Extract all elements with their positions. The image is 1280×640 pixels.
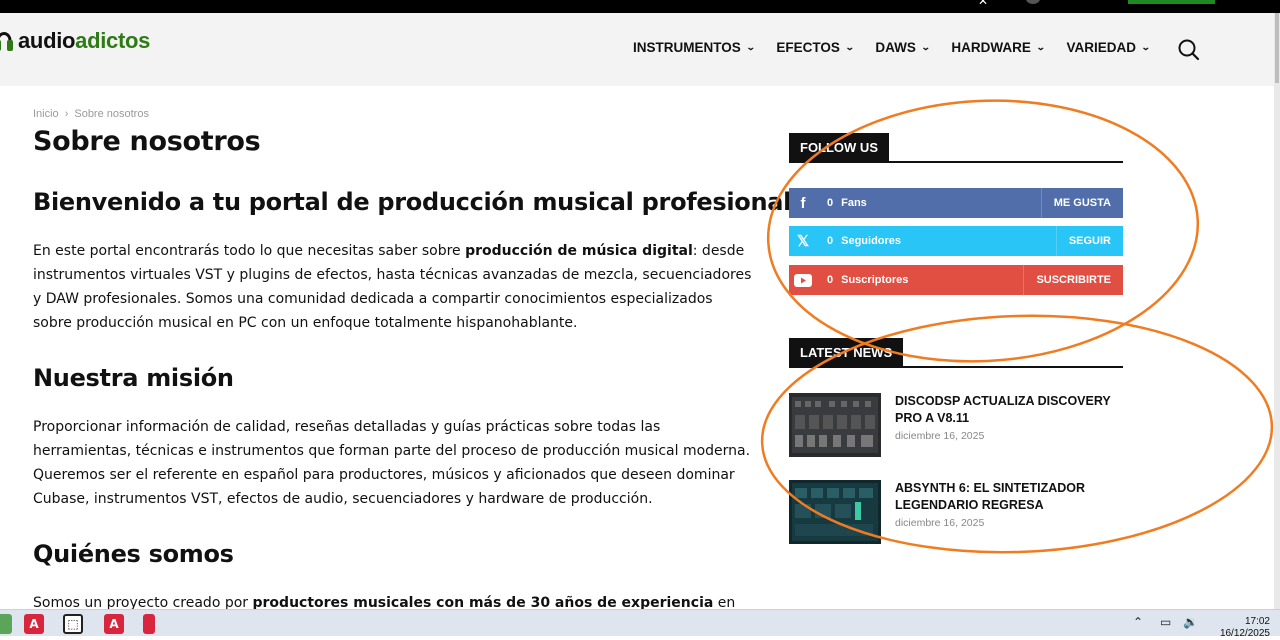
chevron-down-icon: ⌄: [1035, 42, 1046, 52]
social-count: 0: [827, 274, 834, 286]
nav-label: HARDWARE: [951, 40, 1031, 55]
page-scrollbar[interactable]: [1274, 13, 1280, 609]
app-icon[interactable]: ⬚: [63, 614, 83, 634]
chevron-down-icon: ⌄: [844, 42, 855, 52]
social-facebook[interactable]: f 0 Fans ME GUSTA: [789, 188, 1123, 218]
paragraph-intro: En este portal encontrarás todo lo que n…: [33, 239, 753, 335]
youtube-icon: [789, 265, 817, 295]
facebook-like-button[interactable]: ME GUSTA: [1040, 188, 1123, 218]
social-count: 0: [827, 197, 834, 209]
news-title[interactable]: DISCODSP ACTUALIZA DISCOVERY PRO A V8.11: [895, 393, 1125, 427]
acrobat-reader-icon[interactable]: A: [104, 614, 124, 634]
page-title: Sobre nosotros: [33, 126, 261, 157]
logo-text-adictos: adictos: [75, 28, 151, 53]
news-item[interactable]: ABSYNTH 6: EL SINTETIZADOR LEGENDARIO RE…: [789, 480, 1123, 546]
breadcrumb-separator: ›: [64, 108, 69, 120]
network-icon[interactable]: ▭: [1160, 615, 1171, 629]
news-date: diciembre 16, 2025: [895, 430, 985, 442]
logo-text-audio: audio: [18, 28, 76, 53]
headphones-icon: [0, 25, 14, 57]
nav-label: EFECTOS: [776, 40, 840, 55]
os-taskbar: A ⬚ A ⌃ ▭ 🔉 17:02 16/12/2025: [0, 609, 1280, 639]
clock-time: 17:02: [1244, 616, 1270, 627]
clock-date: 16/12/2025: [1219, 628, 1270, 639]
heading-who: Quiénes somos: [33, 540, 234, 568]
avatar[interactable]: [1026, 0, 1040, 4]
app-icon[interactable]: [0, 614, 12, 634]
nav-label: INSTRUMENTOS: [633, 40, 741, 55]
youtube-subscribe-button[interactable]: SUSCRIBIRTE: [1023, 265, 1123, 295]
chevron-down-icon: ⌄: [745, 42, 756, 52]
social-label: Fans: [841, 197, 867, 209]
social-label: Seguidores: [841, 235, 902, 247]
search-icon[interactable]: [1178, 39, 1200, 61]
nav-label: VARIEDAD: [1066, 40, 1136, 55]
breadcrumb-current: Sobre nosotros: [74, 108, 149, 120]
latest-news-header: LATEST NEWS: [789, 338, 1123, 368]
x-follow-button[interactable]: SEGUIR: [1055, 226, 1123, 256]
social-youtube[interactable]: 0 Suscriptores SUSCRIBIRTE: [789, 265, 1123, 295]
social-count: 0: [827, 235, 834, 247]
chevron-up-icon[interactable]: ⌃: [1133, 615, 1143, 629]
chevron-down-icon: ⌄: [1140, 42, 1151, 52]
follow-us-header: FOLLOW US: [789, 133, 1123, 163]
top-green-button[interactable]: [1128, 0, 1215, 4]
latest-news-title: LATEST NEWS: [789, 338, 904, 368]
main-nav: INSTRUMENTOS ⌄ EFECTOS ⌄ DAWS ⌄ HARDWARE ⌄ V…: [633, 40, 1172, 55]
news-item[interactable]: DISCODSP ACTUALIZA DISCOVERY PRO A V8.11…: [789, 393, 1123, 459]
x-icon: 𝕏: [796, 233, 810, 250]
nav-variedad[interactable]: VARIEDAD ⌄: [1066, 40, 1151, 55]
heading-mission: Nuestra misión: [33, 364, 234, 392]
news-date: diciembre 16, 2025: [895, 517, 985, 529]
news-thumbnail[interactable]: [789, 393, 881, 457]
news-thumbnail[interactable]: [789, 480, 881, 544]
paragraph-mission: Proporcionar información de calidad, res…: [33, 419, 751, 507]
facebook-icon: f: [800, 194, 806, 212]
acrobat-icon[interactable]: A: [24, 614, 44, 634]
nav-daws[interactable]: DAWS ⌄: [875, 40, 931, 55]
social-label: Suscriptores: [841, 274, 909, 286]
nav-instrumentos[interactable]: INSTRUMENTOS ⌄: [633, 40, 756, 55]
site-logo[interactable]: audioadictos: [0, 26, 150, 56]
x-social-icon[interactable]: ✕: [978, 0, 992, 7]
intro-bold: producción de música digital: [465, 243, 693, 259]
social-x[interactable]: 𝕏 0 Seguidores SEGUIR: [789, 226, 1123, 256]
volume-icon[interactable]: 🔉: [1183, 615, 1198, 629]
system-clock[interactable]: 17:02 16/12/2025: [1206, 616, 1270, 640]
nav-label: DAWS: [875, 40, 916, 55]
intro-text: En este portal encontrarás todo lo que n…: [33, 243, 466, 259]
breadcrumb: Inicio › Sobre nosotros: [33, 108, 155, 120]
heading-welcome: Bienvenido a tu portal de producción mus…: [33, 188, 792, 216]
follow-us-title: FOLLOW US: [789, 133, 889, 163]
breadcrumb-home[interactable]: Inicio: [33, 108, 59, 120]
nav-hardware[interactable]: HARDWARE ⌄: [951, 40, 1046, 55]
nav-efectos[interactable]: EFECTOS ⌄: [776, 40, 855, 55]
app-icon[interactable]: [143, 614, 155, 634]
news-title[interactable]: ABSYNTH 6: EL SINTETIZADOR LEGENDARIO RE…: [895, 480, 1125, 514]
scrollbar-thumb[interactable]: [1275, 13, 1279, 83]
chevron-down-icon: ⌄: [920, 42, 931, 52]
top-black-bar: ✕: [0, 0, 1280, 13]
